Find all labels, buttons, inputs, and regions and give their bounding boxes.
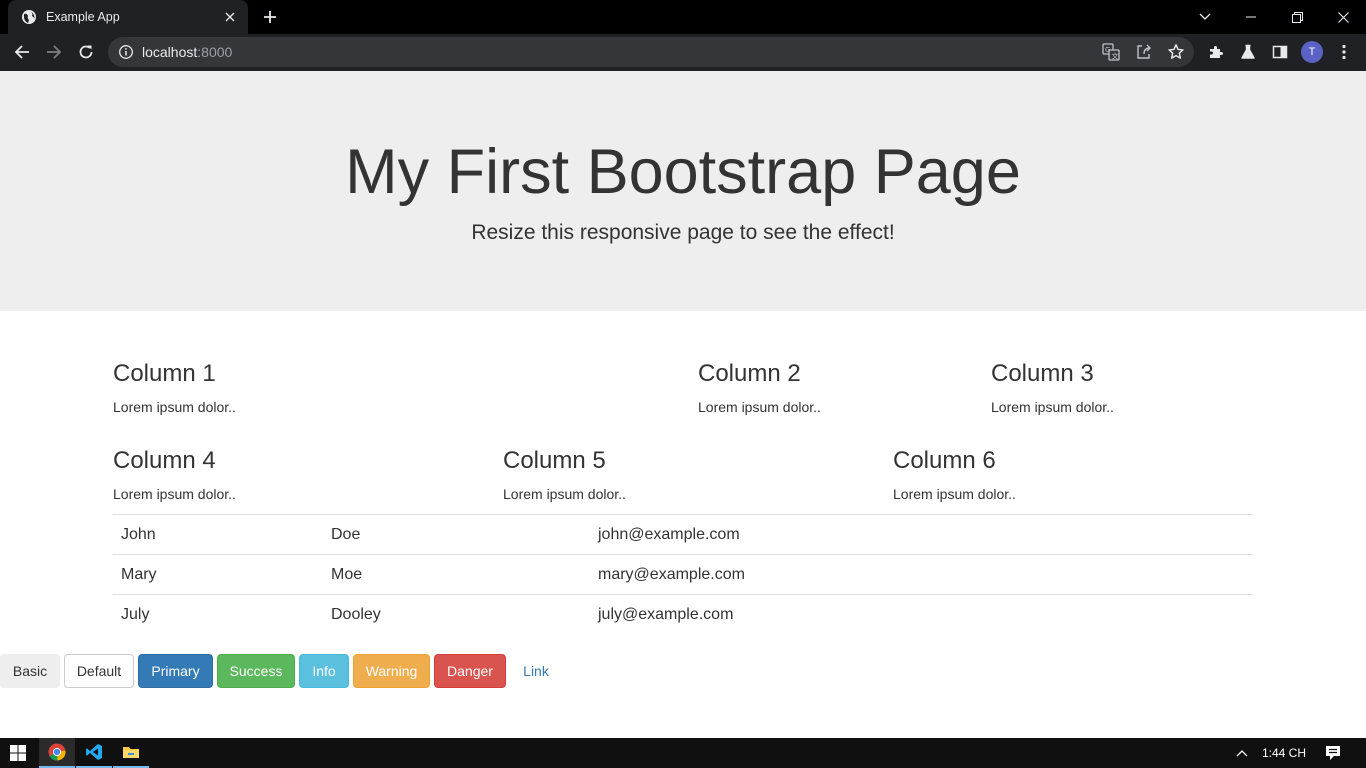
close-window-icon[interactable] (1320, 0, 1366, 34)
file-explorer-icon[interactable] (113, 738, 149, 768)
column-text: Lorem ipsum dolor.. (503, 486, 626, 502)
table-row: Mary Moe mary@example.com (113, 554, 1253, 595)
users-table: John Doe john@example.com Mary Moe mary@… (113, 514, 1253, 635)
table-cell-firstname: Mary (113, 554, 323, 595)
table-cell-email: july@example.com (590, 594, 1253, 635)
column-4: Column 4 Lorem ipsum dolor.. (113, 447, 236, 504)
table-cell-email: john@example.com (590, 514, 1253, 555)
column-heading: Column 1 (113, 360, 216, 387)
default-button[interactable]: Default (64, 654, 134, 688)
column-heading: Column 5 (503, 447, 606, 474)
column-1: Column 1 Lorem ipsum dolor.. (113, 360, 236, 417)
url-port: :8000 (197, 44, 233, 60)
page-subtitle: Resize this responsive page to see the e… (471, 221, 895, 244)
translate-icon[interactable]: G文 (1101, 42, 1121, 62)
column-heading: Column 3 (991, 360, 1094, 387)
tab-strip: Example App (0, 0, 1366, 34)
column-2: Column 2 Lorem ipsum dolor.. (698, 360, 821, 417)
url-text: localhost:8000 (142, 44, 232, 60)
table-row: July Dooley july@example.com (113, 594, 1253, 635)
tab-title: Example App (46, 10, 120, 24)
warning-button[interactable]: Warning (353, 654, 430, 688)
success-button[interactable]: Success (217, 654, 295, 688)
info-button[interactable]: Info (299, 654, 349, 688)
reload-icon[interactable] (71, 37, 101, 67)
primary-button[interactable]: Primary (138, 654, 213, 688)
page-content: My First Bootstrap Page Resize this resp… (0, 71, 1366, 738)
page-title: My First Bootstrap Page (345, 137, 1021, 207)
svg-text:文: 文 (1112, 51, 1119, 60)
site-info-icon[interactable] (118, 44, 134, 60)
basic-button[interactable]: Basic (0, 654, 60, 688)
column-text: Lorem ipsum dolor.. (113, 399, 236, 415)
table-cell-firstname: John (113, 514, 323, 555)
table-cell-lastname: Dooley (323, 594, 590, 635)
back-arrow-icon[interactable] (7, 37, 37, 67)
browser-toolbar: localhost:8000 G文 T (0, 34, 1366, 71)
taskbar: 1:44 CH (0, 738, 1366, 768)
chrome-icon[interactable] (39, 738, 75, 768)
chevron-up-icon[interactable] (1230, 738, 1254, 768)
column-text: Lorem ipsum dolor.. (991, 399, 1114, 415)
labs-flask-icon[interactable] (1233, 37, 1263, 67)
extensions-puzzle-icon[interactable] (1201, 37, 1231, 67)
table-cell-email: mary@example.com (590, 554, 1253, 595)
column-3: Column 3 Lorem ipsum dolor.. (991, 360, 1114, 417)
url-host: localhost (142, 44, 198, 60)
close-tab-icon[interactable] (222, 9, 238, 25)
svg-text:G: G (1105, 46, 1110, 54)
new-tab-icon[interactable] (258, 5, 282, 29)
side-panel-icon[interactable] (1265, 37, 1295, 67)
column-6: Column 6 Lorem ipsum dolor.. (893, 447, 1016, 504)
table-row: John Doe john@example.com (113, 514, 1253, 555)
table-cell-firstname: July (113, 594, 323, 635)
windows-start-icon[interactable] (0, 738, 36, 768)
globe-icon (21, 9, 37, 25)
column-text: Lorem ipsum dolor.. (698, 399, 821, 415)
tab-search-chevron-icon[interactable] (1182, 0, 1228, 34)
address-bar[interactable]: localhost:8000 G文 (108, 37, 1194, 67)
column-5: Column 5 Lorem ipsum dolor.. (503, 447, 626, 504)
column-text: Lorem ipsum dolor.. (893, 486, 1016, 502)
vscode-icon[interactable] (76, 738, 112, 768)
forward-arrow-icon[interactable] (39, 37, 69, 67)
minimize-icon[interactable] (1228, 0, 1274, 34)
share-icon[interactable] (1134, 42, 1154, 62)
notification-icon[interactable] (1318, 738, 1348, 768)
bookmark-star-icon[interactable] (1166, 42, 1186, 62)
jumbotron: My First Bootstrap Page Resize this resp… (0, 71, 1366, 311)
profile-avatar[interactable]: T (1301, 41, 1323, 63)
column-heading: Column 6 (893, 447, 996, 474)
table-cell-lastname: Moe (323, 554, 590, 595)
danger-button[interactable]: Danger (434, 654, 506, 688)
column-heading: Column 2 (698, 360, 801, 387)
restore-icon[interactable] (1274, 0, 1320, 34)
link-button[interactable]: Link (510, 654, 562, 688)
tab-example-app[interactable]: Example App (8, 0, 248, 34)
column-text: Lorem ipsum dolor.. (113, 486, 236, 502)
system-clock[interactable]: 1:44 CH (1256, 738, 1312, 768)
column-heading: Column 4 (113, 447, 216, 474)
menu-kebab-icon[interactable] (1329, 37, 1359, 67)
table-cell-lastname: Doe (323, 514, 590, 555)
